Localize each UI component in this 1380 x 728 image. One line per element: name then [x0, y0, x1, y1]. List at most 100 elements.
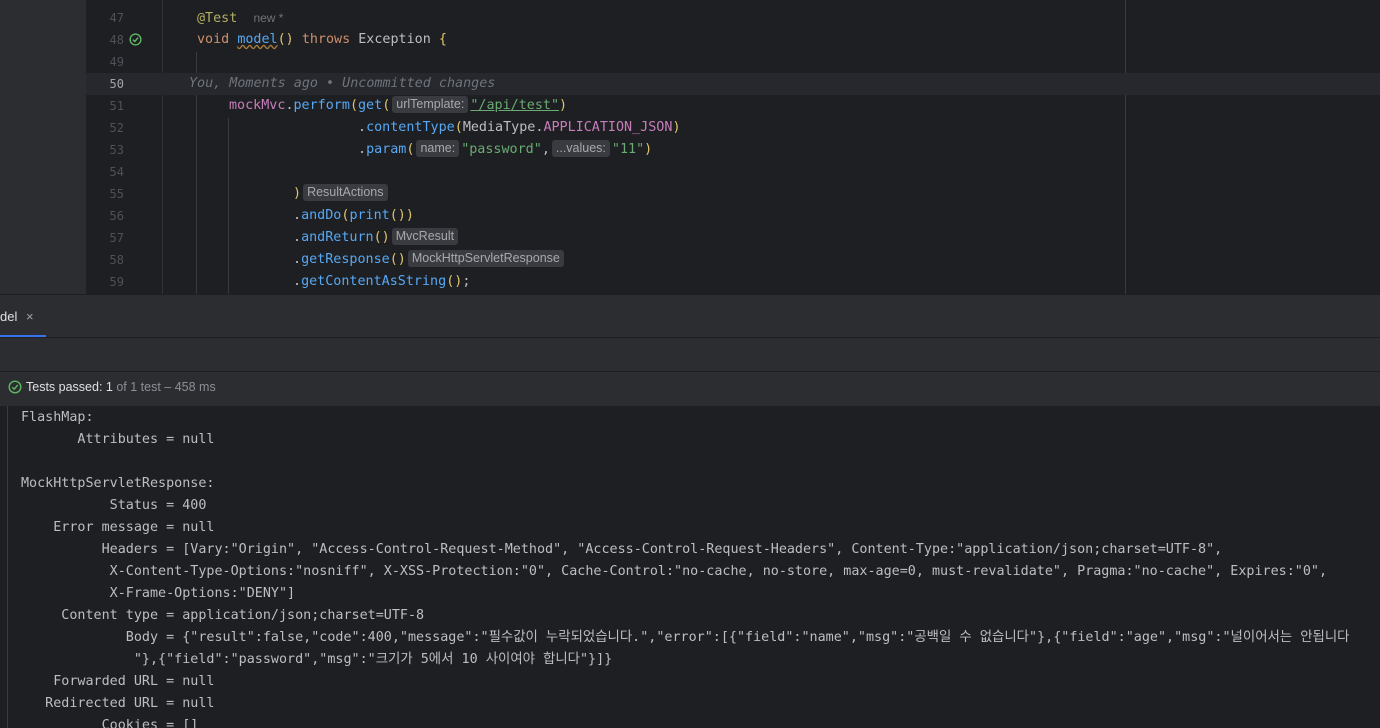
paren: ) [672, 120, 681, 135]
code-line-59[interactable]: 59 .getContentAsString(); [86, 271, 1380, 293]
console-line: Error message = null [21, 520, 215, 535]
code-line-54[interactable]: 54 [86, 161, 1380, 183]
dot: . [293, 230, 302, 245]
run-tab-label[interactable]: del [0, 305, 17, 329]
test-status-bar: Tests passed: 1 of 1 test – 458 ms [0, 371, 1380, 407]
line-number: 57 [109, 231, 124, 245]
paren: ) [293, 186, 302, 201]
line-number: 56 [109, 209, 124, 223]
console-line: Attributes = null [21, 432, 215, 447]
paren: ) [644, 142, 653, 157]
tests-passed-text: Tests passed: 1 of 1 test – 458 ms [26, 372, 216, 402]
type-hint: ResultActions [303, 184, 388, 201]
line-number: 59 [109, 275, 124, 289]
parens: () [446, 274, 463, 289]
author-hint[interactable]: new * [253, 11, 283, 25]
line-number: 52 [109, 121, 124, 135]
console-line: FlashMap: [21, 410, 94, 425]
paren: ) [405, 208, 414, 223]
code-line-56[interactable]: 56 .andDo(print()) [86, 205, 1380, 227]
line-number: 47 [109, 11, 124, 25]
tests-detail: of 1 test – 458 ms [116, 380, 216, 394]
paren: ) [559, 98, 568, 113]
type-hint: MvcResult [391, 228, 459, 245]
console-line: Headers = [Vary:"Origin", "Access-Contro… [21, 542, 1223, 557]
console-line: Redirected URL = null [21, 696, 215, 711]
method-contenttype: contentType [366, 120, 455, 135]
console-line: X-Frame-Options:"DENY"] [21, 586, 296, 601]
console-output[interactable]: FlashMap: Attributes = null MockHttpServ… [0, 406, 1380, 728]
dot: . [358, 142, 367, 157]
keyword: void [197, 32, 230, 47]
method-print: print [349, 208, 390, 223]
parens: () [373, 230, 390, 245]
dot: . [293, 252, 302, 267]
string-literal: "11" [611, 142, 645, 157]
test-passed-run-icon[interactable] [129, 33, 142, 46]
line-number: 50 [109, 77, 124, 91]
class-mediatype: MediaType [462, 120, 536, 135]
close-icon[interactable]: × [26, 305, 34, 329]
dot: . [293, 208, 302, 223]
code-line-50[interactable]: 50 You, Moments ago • Uncommitted change… [86, 73, 1380, 95]
line-number: 58 [109, 253, 124, 267]
dot: . [285, 98, 294, 113]
method-perform: perform [293, 98, 350, 113]
console-line: "},{"field":"password","msg":"크기가 5에서 10… [21, 652, 613, 667]
line-number: 55 [109, 187, 124, 201]
paren: ( [406, 142, 415, 157]
dot: . [358, 120, 367, 135]
comma: , [541, 142, 550, 157]
param-hint: ...values: [551, 140, 610, 157]
parens: () [389, 208, 406, 223]
line-number: 49 [109, 55, 124, 69]
code-line-52[interactable]: 52 .contentType(MediaType.APPLICATION_JS… [86, 117, 1380, 139]
annotation-test: @Test [197, 11, 238, 26]
run-tab-bar: del × [0, 294, 1380, 338]
method-getresponse: getResponse [301, 252, 390, 267]
line-number: 54 [109, 165, 124, 179]
param-hint: urlTemplate: [392, 96, 469, 113]
check-circle-icon [8, 380, 22, 394]
code-line-53[interactable]: 53 .param(name: "password", ...values: "11"… [86, 139, 1380, 161]
code-line-57[interactable]: 57 .andReturn() MvcResult [86, 227, 1380, 249]
param-hint: name: [416, 140, 460, 157]
code-line-48[interactable]: 48 void model() throws Exception { [86, 29, 1380, 51]
run-toolbar [0, 337, 1380, 372]
string-url[interactable]: "/api/test" [470, 98, 559, 113]
code-line-55[interactable]: 55 ) ResultActions [86, 183, 1380, 205]
editor-left-strip [0, 0, 87, 294]
type-hint: MockHttpServletResponse [407, 250, 564, 267]
console-line: Forwarded URL = null [21, 674, 215, 689]
method-getcontentasstring: getContentAsString [301, 274, 447, 289]
code-line-47[interactable]: 47 @Test new * [86, 7, 1380, 29]
method-get: get [358, 98, 383, 113]
code-line-51[interactable]: 51 mockMvc.perform(get(urlTemplate: "/api… [86, 95, 1380, 117]
paren: ( [349, 98, 358, 113]
paren: ( [454, 120, 463, 135]
console-line: MockHttpServletResponse: [21, 476, 215, 491]
console-line: Cookies = [] [21, 718, 199, 728]
string-literal: "password" [461, 142, 542, 157]
brace: { [438, 32, 447, 47]
tests-passed-count: 1 [105, 380, 113, 394]
dot: . [293, 274, 302, 289]
keyword-throws: throws [301, 32, 351, 47]
method-anddo: andDo [301, 208, 342, 223]
console-line: Body = {"result":false,"code":400,"messa… [21, 630, 1350, 645]
mockmvc-var: mockMvc [229, 98, 286, 113]
method-param: param [366, 142, 407, 157]
paren: ( [382, 98, 391, 113]
parens: () [389, 252, 406, 267]
parens: () [277, 32, 302, 47]
method-andreturn: andReturn [301, 230, 374, 245]
console-line: Content type = application/json;charset=… [21, 608, 425, 623]
exception-type: Exception [350, 32, 439, 47]
line-number: 53 [109, 143, 124, 157]
code-editor[interactable]: 47 @Test new * 48 void model() throws Ex… [0, 0, 1380, 294]
code-line-49[interactable]: 49 [86, 51, 1380, 73]
git-blame-hint: You, Moments ago • Uncommitted changes [189, 76, 496, 91]
tests-passed-label: Tests passed: [26, 380, 103, 394]
line-number: 48 [109, 33, 124, 47]
code-line-58[interactable]: 58 .getResponse() MockHttpServletResponse [86, 249, 1380, 271]
